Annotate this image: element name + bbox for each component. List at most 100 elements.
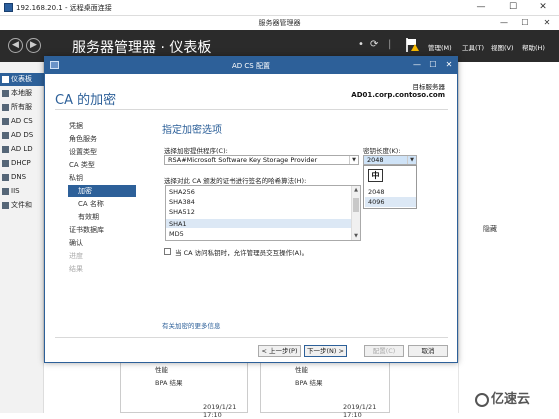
provider-select[interactable]: RSA#Microsoft Software Key Storage Provi…	[164, 155, 359, 165]
role-icon	[2, 202, 9, 209]
step-validity-period[interactable]: 有效期	[78, 211, 134, 223]
scroll-up-icon[interactable]: ▲	[352, 186, 360, 194]
step-setup-type[interactable]: 设置类型	[69, 146, 134, 158]
refresh-icon[interactable]: ⟳	[370, 39, 378, 50]
role-icon	[2, 160, 9, 167]
cancel-button[interactable]: 取消	[408, 345, 448, 357]
sidebar-item-dhcp[interactable]: DHCP	[0, 157, 44, 170]
configure-button: 配置(C)	[364, 345, 404, 357]
rdp-maximize-button[interactable]: ☐	[502, 1, 524, 14]
step-credentials[interactable]: 凭据	[69, 120, 134, 132]
sm-maximize-button[interactable]: ☐	[515, 16, 535, 29]
provider-value: RSA#Microsoft Software Key Storage Provi…	[168, 156, 318, 164]
menu-view[interactable]: 视图(V)	[491, 42, 514, 52]
list-item[interactable]: SHA384	[169, 198, 195, 206]
sm-minimize-button[interactable]: —	[494, 16, 514, 29]
ad-cs-config-dialog: AD CS 配置 — ☐ ✕ CA 的加密 目标服务器 AD01.corp.co…	[44, 56, 458, 363]
bpa-tile[interactable]: 性能 BPA 结果 2019/1/21 17:10	[120, 360, 248, 419]
scroll-thumb[interactable]	[353, 198, 359, 212]
key-length-dropdown[interactable]: 中 2048 4096	[363, 165, 417, 209]
background-panel	[458, 62, 559, 413]
step-private-key[interactable]: 私钥	[69, 172, 134, 184]
dialog-title: AD CS 配置	[232, 62, 270, 70]
next-button[interactable]: 下一步(N) >	[304, 345, 347, 357]
tile-line: BPA 结果	[155, 379, 183, 387]
key-length-value: 2048	[367, 156, 384, 164]
target-server-label: 目标服务器	[412, 83, 446, 91]
step-ca-name[interactable]: CA 名称	[78, 198, 134, 210]
rdp-titlebar: 192.168.20.1 - 远程桌面连接 — ☐ ✕	[0, 0, 559, 16]
chevron-down-icon[interactable]: ▼	[407, 156, 416, 164]
tile-line: BPA 结果	[295, 379, 323, 387]
sidebar-item-ad-ds[interactable]: AD DS	[0, 129, 44, 142]
rdp-close-button[interactable]: ✕	[532, 1, 554, 14]
watermark-text: 亿速云	[491, 392, 531, 407]
menu-manage[interactable]: 管理(M)	[428, 42, 452, 52]
list-item[interactable]: MD5	[169, 230, 184, 238]
allow-interaction-label[interactable]: 当 CA 访问私钥时，允许管理员交互操作(A)。	[175, 247, 308, 257]
list-item[interactable]: SHA256	[169, 188, 195, 196]
chevron-down-icon[interactable]: ▼	[349, 156, 358, 164]
step-results: 结果	[69, 265, 83, 273]
rdp-app-icon	[4, 3, 13, 12]
menu-tools[interactable]: 工具(T)	[462, 42, 484, 52]
list-item[interactable]: SHA1	[169, 220, 187, 228]
hash-label: 选择对此 CA 颁发的证书进行签名的哈希算法(H):	[164, 177, 307, 185]
step-progress: 进度	[69, 252, 83, 260]
sidebar-item-ad-lds[interactable]: AD LD	[0, 143, 44, 156]
servers-icon	[2, 104, 9, 111]
key-length-select[interactable]: 2048 ▼	[363, 155, 417, 165]
step-certificate-database[interactable]: 证书数据库	[69, 224, 134, 236]
tile-date: 2019/1/21 17:10	[203, 403, 237, 419]
key-length-label: 密钥长度(K):	[363, 147, 401, 155]
server-manager-title: 服务器管理器	[258, 19, 301, 27]
step-role-services[interactable]: 角色服务	[69, 133, 134, 145]
sm-close-button[interactable]: ✕	[537, 16, 557, 29]
tile-line: 性能	[155, 366, 168, 374]
watermark-icon	[475, 392, 489, 407]
provider-label: 选择加密提供程序(C):	[164, 147, 228, 155]
target-server-value: AD01.corp.contoso.com	[351, 91, 445, 99]
menu-help[interactable]: 帮助(H)	[522, 42, 545, 52]
sidebar-item-ad-cs[interactable]: AD CS	[0, 115, 44, 128]
dropdown-option-2048[interactable]: 2048	[365, 187, 416, 197]
server-manager-sidebar: 仪表板 本地服 所有服 AD CS AD DS AD LD DHCP DNS I…	[0, 62, 44, 413]
forward-icon[interactable]: ▶	[26, 38, 41, 53]
server-manager-titlebar: 服务器管理器 — ☐ ✕	[0, 16, 559, 30]
sidebar-item-dns[interactable]: DNS	[0, 171, 44, 184]
scroll-down-icon[interactable]: ▼	[352, 232, 360, 240]
sidebar-item-file-services[interactable]: 文件和	[0, 199, 44, 212]
step-ca-type[interactable]: CA 类型	[69, 159, 134, 171]
step-cryptography[interactable]: 加密	[68, 185, 136, 197]
allow-interaction-checkbox[interactable]	[164, 248, 171, 255]
dropdown-option-4096[interactable]: 4096	[365, 197, 416, 207]
selected-row-highlight	[166, 219, 351, 228]
server-icon	[2, 90, 9, 97]
watermark-logo: 亿速云	[475, 388, 530, 407]
rdp-minimize-button[interactable]: —	[470, 1, 492, 14]
back-icon[interactable]: ◀	[8, 38, 23, 53]
dialog-close-button[interactable]: ✕	[442, 59, 456, 71]
previous-button[interactable]: < 上一步(P)	[258, 345, 301, 357]
bpa-tile[interactable]: 性能 BPA 结果 2019/1/21 17:10	[260, 360, 390, 419]
role-icon	[2, 174, 9, 181]
sidebar-item-local-server[interactable]: 本地服	[0, 87, 44, 100]
footer-divider	[55, 337, 448, 338]
section-title: 指定加密选项	[162, 125, 222, 136]
role-icon	[2, 146, 9, 153]
notifications-flag-icon[interactable]	[404, 38, 419, 52]
more-info-link[interactable]: 有关加密的更多信息	[162, 320, 221, 330]
dialog-minimize-button[interactable]: —	[410, 59, 424, 71]
sidebar-item-all-servers[interactable]: 所有服	[0, 101, 44, 114]
dialog-maximize-button[interactable]: ☐	[426, 59, 440, 71]
hash-algorithm-list[interactable]: SHA256 SHA384 SHA512 SHA1 MD5 ▲ ▼	[165, 185, 361, 241]
dropdown-icon[interactable]: •	[358, 39, 364, 50]
sidebar-item-dashboard[interactable]: 仪表板	[0, 73, 44, 86]
hide-link[interactable]: 隐藏	[483, 224, 497, 234]
tile-line: 性能	[295, 366, 308, 374]
list-item[interactable]: SHA512	[169, 208, 195, 216]
step-confirmation[interactable]: 确认	[69, 237, 134, 249]
list-scrollbar[interactable]: ▲ ▼	[351, 186, 360, 240]
sidebar-item-iis[interactable]: IIS	[0, 185, 44, 198]
tile-date: 2019/1/21 17:10	[343, 403, 377, 419]
